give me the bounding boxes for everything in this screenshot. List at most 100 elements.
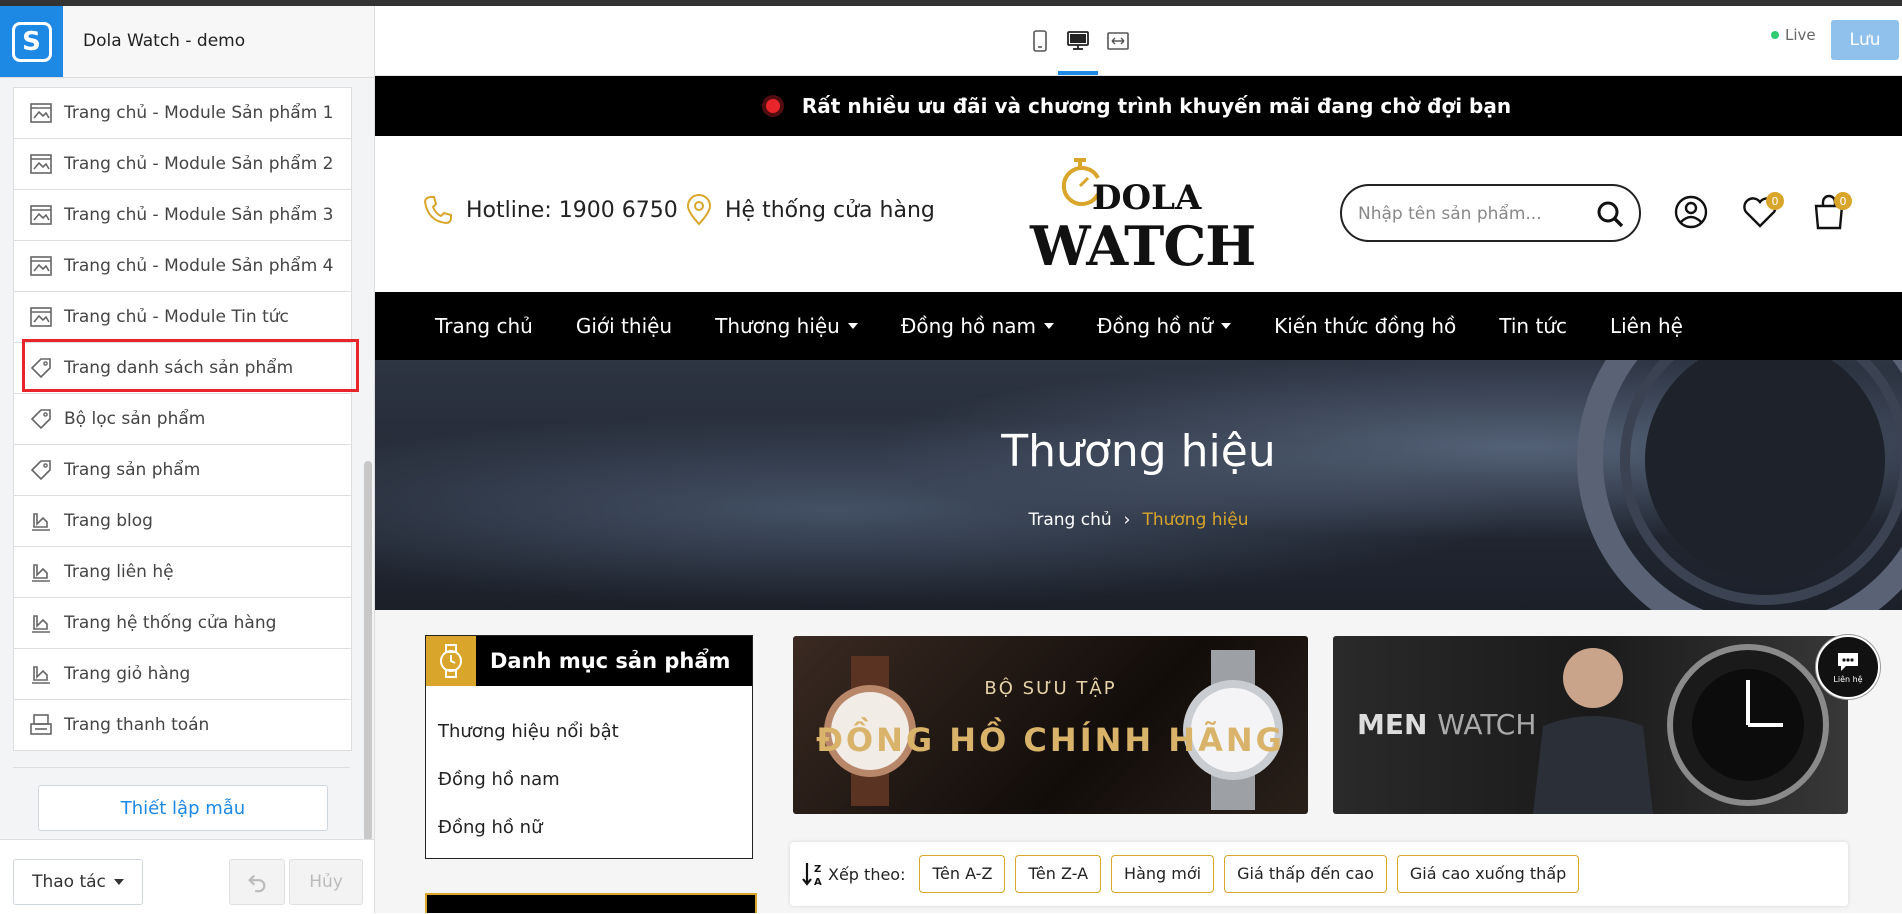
sort-option-button[interactable]: Tên A-Z: [919, 855, 1006, 893]
template-item[interactable]: Trang chủ - Module Sản phẩm 2: [14, 139, 351, 190]
category-item[interactable]: Đồng hồ nữ: [426, 804, 752, 852]
banner2-title: MEN WATCH: [1357, 708, 1536, 741]
template-item[interactable]: Trang giỏ hàng: [14, 649, 351, 700]
banner2-light: WATCH: [1437, 708, 1537, 741]
store-system-text: Hệ thống cửa hàng: [725, 197, 935, 223]
breadcrumb-separator-icon: ›: [1123, 510, 1131, 530]
main-nav: Trang chủ Giới thiệu Thương hiệu Đồng hồ na…: [375, 292, 1902, 360]
store-system-link[interactable]: Hệ thống cửa hàng: [685, 194, 935, 226]
template-item[interactable]: Trang hệ thống cửa hàng: [14, 598, 351, 649]
template-item-label: Trang liên hệ: [64, 562, 174, 582]
expand-width-icon: [1107, 32, 1129, 50]
category-item[interactable]: Đồng hồ nam: [426, 756, 752, 804]
sidebar-header: S Dola Watch - demo: [0, 6, 374, 78]
search-icon[interactable]: [1595, 199, 1625, 229]
nav-item[interactable]: Thương hiệu: [715, 314, 858, 338]
sidebar-footer: Thao tác Hủy: [0, 839, 374, 914]
account-icon[interactable]: [1671, 192, 1711, 232]
man-figure-image: [1533, 648, 1653, 814]
category-item[interactable]: Thương hiệu nổi bật: [426, 708, 752, 756]
undo-icon: [248, 874, 266, 893]
sort-option-button[interactable]: Hàng mới: [1111, 855, 1215, 893]
nav-item[interactable]: Trang chủ: [435, 314, 533, 338]
template-item-label: Trang chủ - Module Tin tức: [64, 307, 289, 327]
template-item[interactable]: Bộ lọc sản phẩm: [14, 394, 351, 445]
actions-label: Thao tác: [32, 872, 106, 892]
sort-option-button[interactable]: Giá thấp đến cao: [1224, 855, 1387, 893]
collection-hero: Thương hiệu Trang chủ › Thương hiệu: [375, 360, 1902, 610]
category-box: Danh mục sản phẩm Thương hiệu nổi bật Đồn…: [425, 635, 753, 859]
chat-label: Liên hệ: [1833, 674, 1863, 684]
template-item[interactable]: Trang blog: [14, 496, 351, 547]
nav-item[interactable]: Giới thiệu: [576, 314, 672, 338]
template-item-label: Bộ lọc sản phẩm: [64, 409, 206, 429]
second-sidebar-box: [425, 893, 757, 913]
hotline-text: Hotline: 1900 6750: [466, 197, 678, 223]
template-item[interactable]: Trang chủ - Module Sản phẩm 1: [14, 88, 351, 139]
template-item[interactable]: Trang sản phẩm: [14, 445, 351, 496]
storefront-preview: Rất nhiều ưu đãi và chương trình khuyến …: [375, 76, 1902, 913]
hero-title: Thương hiệu: [1001, 426, 1276, 477]
pulse-dot-icon: [765, 99, 780, 113]
category-title: Danh mục sản phẩm: [490, 649, 731, 673]
desktop-view-button[interactable]: [1058, 24, 1098, 75]
live-status: Live: [1771, 26, 1816, 44]
breadcrumb: Trang chủ › Thương hiệu: [375, 510, 1902, 530]
watch-icon: [440, 644, 462, 678]
layout-icon: [27, 201, 55, 229]
hotline[interactable]: Hotline: 1900 6750: [422, 194, 678, 226]
contact-chat-button[interactable]: Liên hệ: [1816, 635, 1880, 699]
mobile-view-button[interactable]: [1023, 24, 1057, 58]
chat-bubble-icon: [1838, 652, 1858, 671]
page-edit-icon: [27, 660, 55, 688]
sort-option-button[interactable]: Tên Z-A: [1015, 855, 1102, 893]
nav-item-label: Đồng hồ nam: [900, 314, 1037, 338]
template-item-label: Trang hệ thống cửa hàng: [64, 613, 277, 633]
undo-button[interactable]: [229, 859, 285, 905]
divider: [13, 767, 350, 768]
location-pin-icon: [686, 194, 712, 226]
template-item[interactable]: Trang chủ - Module Sản phẩm 4: [14, 241, 351, 292]
svg-text:Z: Z: [814, 864, 821, 875]
s-logo-icon: S: [11, 21, 52, 62]
nav-item-label: Đồng hồ nữ: [1097, 314, 1214, 338]
cancel-button[interactable]: Hủy: [289, 859, 363, 905]
site-header: Hotline: 1900 6750 Hệ thống cửa hàng DOL…: [375, 136, 1902, 292]
nav-item[interactable]: Đồng hồ nam: [900, 314, 1055, 338]
nav-item[interactable]: Kiến thức đồng hồ: [1274, 314, 1456, 338]
nav-item[interactable]: Liên hệ: [1610, 314, 1683, 338]
layout-icon: [27, 252, 55, 280]
sort-option-button[interactable]: Giá cao xuống thấp: [1396, 855, 1580, 893]
nav-item-label: Tin tức: [1499, 314, 1567, 338]
layout-icon: [27, 303, 55, 331]
sort-label: Xếp theo:: [828, 864, 906, 884]
fullwidth-view-button[interactable]: [1101, 24, 1135, 58]
banner1-subtitle: BỘ SƯU TẬP: [984, 678, 1117, 699]
wishlist-count-badge: 0: [1766, 192, 1784, 210]
sidebar-scrollbar[interactable]: [364, 461, 372, 841]
nav-item[interactable]: Tin tức: [1499, 314, 1567, 338]
banner-authentic-watches[interactable]: BỘ SƯU TẬP ĐỒNG HỒ CHÍNH HÃNG: [793, 636, 1308, 814]
watch-dial-decoration: [1577, 360, 1902, 610]
breadcrumb-home[interactable]: Trang chủ: [1028, 510, 1111, 530]
template-setup-button[interactable]: Thiết lập mẫu: [38, 785, 328, 831]
sort-label-group: ZA Xếp theo:: [802, 861, 905, 887]
template-item-label: Trang chủ - Module Sản phẩm 2: [64, 154, 334, 174]
highlight-box: [22, 339, 359, 392]
template-item-label: Trang giỏ hàng: [64, 664, 191, 684]
save-button[interactable]: Lưu: [1831, 20, 1899, 60]
search-box: [1340, 184, 1641, 242]
editor-toolbar: [375, 6, 1902, 76]
dola-watch-logo[interactable]: DOLA WATCH: [1030, 158, 1256, 278]
template-item[interactable]: Trang chủ - Module Sản phẩm 3: [14, 190, 351, 241]
actions-dropdown[interactable]: Thao tác: [13, 859, 143, 905]
search-input[interactable]: [1356, 198, 1590, 230]
sapo-logo[interactable]: S: [0, 6, 63, 77]
category-header: Danh mục sản phẩm: [426, 636, 752, 686]
template-item[interactable]: Trang chủ - Module Tin tức: [14, 292, 351, 343]
nav-item[interactable]: Đồng hồ nữ: [1097, 314, 1232, 338]
template-item[interactable]: Trang liên hệ: [14, 547, 351, 598]
banner-men-watch[interactable]: MEN WATCH: [1333, 636, 1848, 814]
page-edit-icon: [27, 609, 55, 637]
template-item[interactable]: Trang thanh toán: [14, 700, 351, 750]
